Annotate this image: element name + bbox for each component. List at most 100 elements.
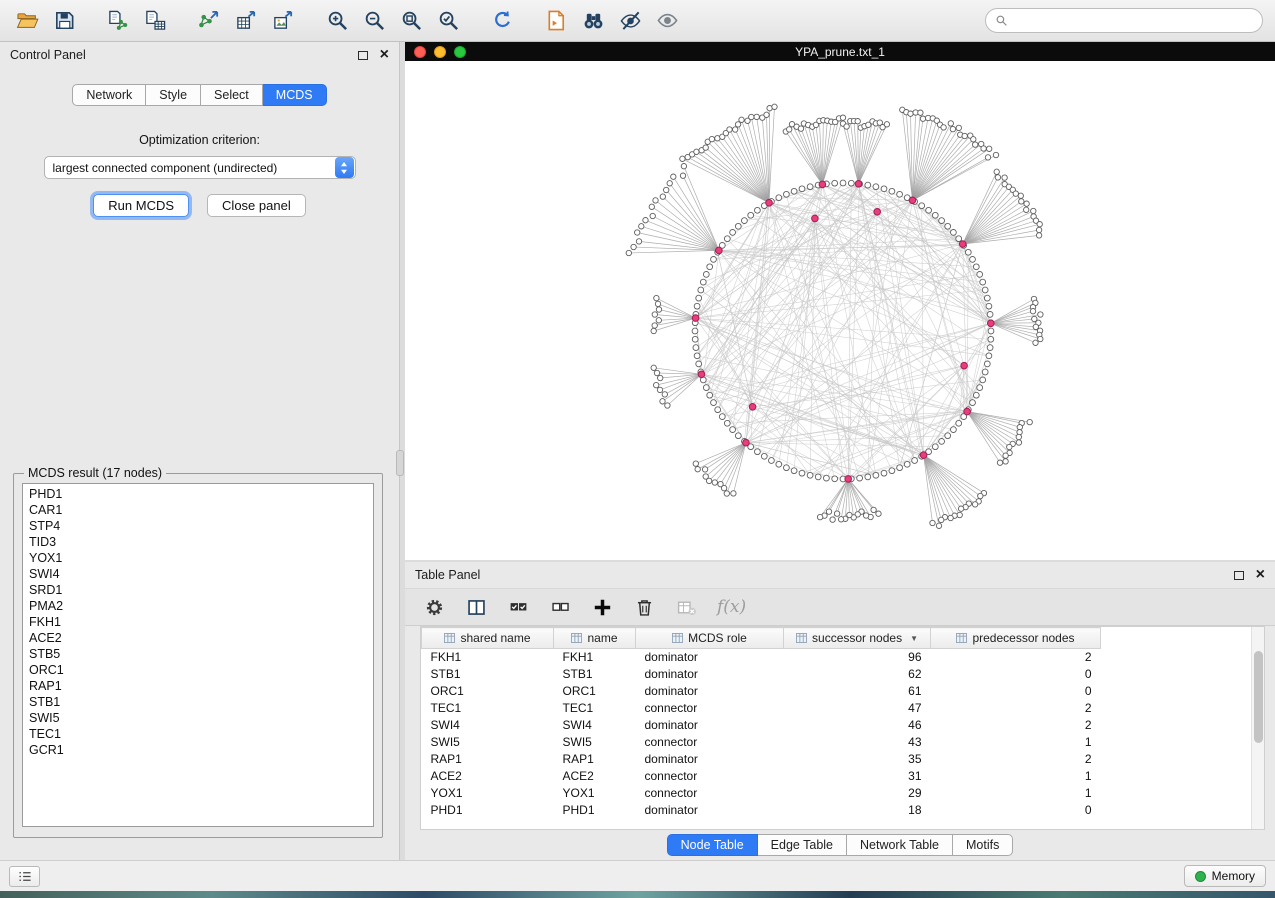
graph-node[interactable] [1038,336,1043,341]
save-session-button[interactable] [49,6,79,36]
graph-node[interactable] [730,230,736,236]
table-cell[interactable]: FKH1 [554,649,636,666]
graph-node[interactable] [1007,444,1012,449]
graph-node[interactable] [654,295,659,300]
graph-node[interactable] [635,230,640,235]
zoom-out-button[interactable] [359,6,389,36]
table-cell[interactable]: connector [636,734,784,751]
table-cell[interactable]: dominator [636,649,784,666]
tab-select[interactable]: Select [201,84,263,106]
graph-node[interactable] [703,474,708,479]
table-settings-button[interactable] [421,594,448,621]
graph-node[interactable] [897,465,903,471]
graph-node[interactable] [693,461,698,466]
table-row[interactable]: PHD1PHD1dominator180 [422,802,1101,819]
table-row[interactable]: FKH1FKH1dominator962 [422,649,1101,666]
graph-node[interactable] [702,467,707,472]
graph-node[interactable] [817,514,822,519]
graph-node[interactable] [776,461,782,467]
tab-network-table[interactable]: Network Table [847,834,953,856]
graph-node[interactable] [993,152,998,157]
graph-node[interactable] [787,127,792,132]
open-folder-button[interactable] [12,6,42,36]
graph-node[interactable] [997,460,1002,465]
table-scrollbar[interactable] [1251,627,1264,829]
table-row[interactable]: ACE2ACE2connector311 [422,768,1101,785]
task-history-button[interactable] [9,866,40,887]
tab-node-table[interactable]: Node Table [667,834,758,856]
graph-node[interactable] [755,449,761,455]
graph-node[interactable] [972,502,977,507]
column-header-successor-nodes[interactable]: successor nodes▼ [784,628,931,649]
graph-node[interactable] [755,207,761,213]
table-cell[interactable]: 61 [784,683,931,700]
import-network-from-file-button[interactable] [103,6,133,36]
table-cell[interactable]: dominator [636,802,784,819]
graph-node[interactable] [665,403,670,408]
graph-node[interactable] [815,474,821,480]
table-row[interactable]: ORC1ORC1dominator610 [422,683,1101,700]
graph-node[interactable] [735,433,741,439]
graph-node[interactable] [784,191,790,197]
table-cell[interactable]: ACE2 [422,768,554,785]
graph-node[interactable] [830,517,835,522]
graph-dominator-node[interactable] [698,371,705,378]
graph-node[interactable] [838,517,843,522]
table-cell[interactable]: RAP1 [554,751,636,768]
table-cell[interactable]: TEC1 [554,700,636,717]
search-input[interactable] [1014,14,1253,28]
graph-node[interactable] [1019,199,1024,204]
table-cell[interactable]: 96 [784,649,931,666]
graph-node[interactable] [656,318,661,323]
graph-node[interactable] [657,387,662,392]
table-cell[interactable]: 1 [931,785,1101,802]
graph-node[interactable] [719,414,725,420]
graph-node[interactable] [988,328,994,334]
graph-node[interactable] [1037,222,1042,227]
graph-node[interactable] [724,491,729,496]
graph-node[interactable] [980,377,986,383]
deselect-all-button[interactable] [547,594,574,621]
graph-node[interactable] [824,475,830,481]
graph-node[interactable] [748,212,754,218]
graph-node[interactable] [749,114,754,119]
graph-node[interactable] [920,116,925,121]
graph-node[interactable] [904,461,910,467]
traffic-light-minimize[interactable] [434,46,446,58]
graph-node[interactable] [653,198,658,203]
graph-node[interactable] [733,127,738,132]
graph-node[interactable] [649,204,654,209]
graph-node[interactable] [948,121,953,126]
graph-node[interactable] [1018,193,1023,198]
graph-node[interactable] [939,517,944,522]
graph-node[interactable] [698,287,704,293]
graph-node[interactable] [711,257,717,263]
graph-node[interactable] [951,230,957,236]
graph-node[interactable] [978,493,983,498]
column-header-predecessor-nodes[interactable]: predecessor nodes [931,628,1101,649]
table-cell[interactable]: 31 [784,768,931,785]
graph-node[interactable] [712,480,717,485]
run-mcds-button[interactable]: Run MCDS [93,194,189,217]
graph-node[interactable] [656,307,661,312]
graph-node[interactable] [715,407,721,413]
graph-node[interactable] [857,475,863,481]
graph-node[interactable] [970,400,976,406]
table-cell[interactable]: SWI4 [422,717,554,734]
graph-node[interactable] [1016,434,1021,439]
export-network-button[interactable] [194,6,224,36]
graph-node[interactable] [695,467,700,472]
result-item[interactable]: YOX1 [23,550,373,566]
table-cell[interactable]: SWI4 [554,717,636,734]
graph-node[interactable] [742,218,748,224]
graph-node[interactable] [696,361,702,367]
zoom-selected-region-button[interactable] [433,6,463,36]
graph-node[interactable] [654,370,659,375]
graph-node[interactable] [739,117,744,122]
graph-node[interactable] [834,511,839,516]
graph-node[interactable] [945,223,951,229]
graph-dominator-node[interactable] [743,439,750,446]
graph-node[interactable] [980,279,986,285]
graph-dominator-node[interactable] [692,315,699,322]
result-item[interactable]: GCR1 [23,742,373,758]
